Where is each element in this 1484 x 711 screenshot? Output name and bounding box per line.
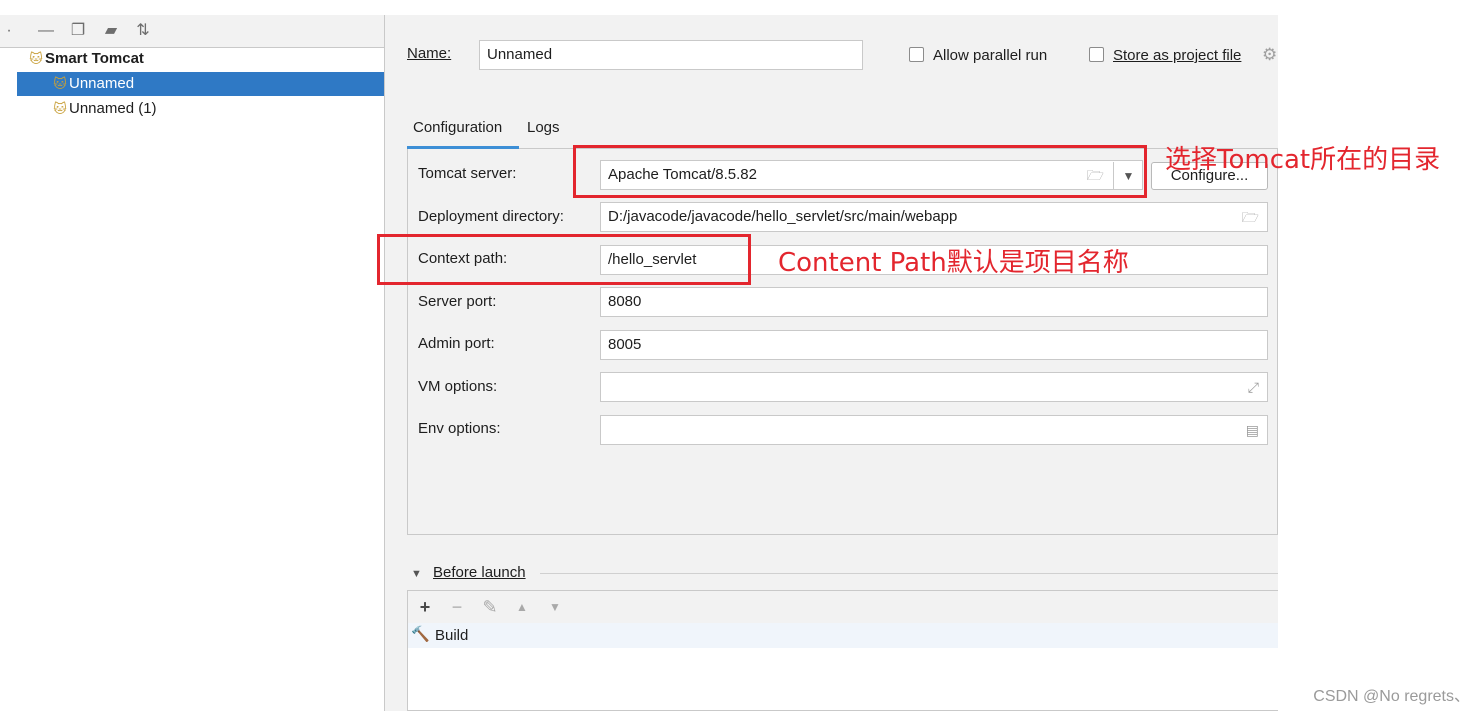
tree-item-label: Unnamed <box>69 75 135 92</box>
add-icon[interactable]: · <box>0 22 18 40</box>
expand-icon[interactable]: ⤢ <box>1248 379 1259 395</box>
before-launch-toolbar <box>408 591 1278 623</box>
hammer-icon: 🔨 <box>411 626 430 643</box>
store-project-checkbox[interactable] <box>1089 47 1104 62</box>
server-port-input[interactable]: 8080 <box>600 287 1268 317</box>
env-options-label: Env options: <box>418 420 501 437</box>
build-task-label: Build <box>435 627 469 644</box>
tab-logs[interactable]: Logs <box>527 119 560 136</box>
tree-toolbar <box>0 15 384 48</box>
list-item[interactable]: 🔨 Build <box>408 623 1278 648</box>
name-input[interactable]: Unnamed <box>479 40 863 70</box>
tomcat-icon: 🐱 <box>53 101 67 116</box>
sort-icon[interactable]: ⇅ <box>134 22 152 40</box>
admin-port-label: Admin port: <box>418 335 495 352</box>
tab-configuration[interactable]: Configuration <box>413 119 502 136</box>
tree-item-label: Unnamed (1) <box>69 100 157 117</box>
allow-parallel-label: Allow parallel run <box>933 47 1048 64</box>
gear-icon[interactable]: ⚙ <box>1262 45 1277 65</box>
annotation-box-context <box>377 234 751 285</box>
deployment-directory-value: D:/javacode/javacode/hello_servlet/src/m… <box>608 208 958 225</box>
annotation-box-tomcat <box>573 145 1147 198</box>
tomcat-icon: 🐱 <box>53 76 67 91</box>
folder-icon[interactable]: 🗁 <box>1242 209 1259 225</box>
store-project-label: Store as project file <box>1113 47 1242 64</box>
tree-item-unnamed[interactable]: 🐱 Unnamed <box>17 72 384 96</box>
move-down-icon[interactable]: ▼ <box>545 597 565 617</box>
env-options-input[interactable]: ▤ <box>600 415 1268 445</box>
remove-icon[interactable]: − <box>447 597 467 617</box>
new-folder-icon[interactable]: ▰ <box>102 22 120 40</box>
add-icon[interactable]: + <box>415 597 435 617</box>
server-port-label: Server port: <box>418 293 497 310</box>
edit-icon[interactable]: ✎ <box>480 597 500 617</box>
copy-icon[interactable]: ❐ <box>69 22 87 40</box>
watermark: CSDN @No regrets、 <box>1313 688 1470 705</box>
document-icon[interactable]: ▤ <box>1246 422 1259 438</box>
remove-icon[interactable]: — <box>37 22 55 40</box>
allow-parallel-checkbox[interactable] <box>909 47 924 62</box>
tree-group-smart-tomcat[interactable]: 🐱 Smart Tomcat <box>17 47 384 71</box>
tomcat-icon: 🐱 <box>29 51 43 66</box>
tomcat-server-label: Tomcat server: <box>418 165 517 182</box>
annotation-context-note: Content Path默认是项目名称 <box>778 248 1129 278</box>
tree-group-label: Smart Tomcat <box>45 50 144 67</box>
before-launch-divider <box>540 573 1278 574</box>
before-launch-title[interactable]: Before launch <box>433 564 526 581</box>
name-label: Name: <box>407 45 452 62</box>
collapse-triangle-icon[interactable]: ▼ <box>411 568 422 580</box>
deployment-directory-label: Deployment directory: <box>418 208 564 225</box>
vm-options-input[interactable]: ⤢ <box>600 372 1268 402</box>
admin-port-input[interactable]: 8005 <box>600 330 1268 360</box>
tree-item-unnamed-1[interactable]: 🐱 Unnamed (1) <box>17 97 384 121</box>
vm-options-label: VM options: <box>418 378 498 395</box>
annotation-tomcat-note: 选择Tomcat所在的目录 <box>1165 145 1441 175</box>
move-up-icon[interactable]: ▲ <box>512 597 532 617</box>
deployment-directory-input[interactable]: D:/javacode/javacode/hello_servlet/src/m… <box>600 202 1268 232</box>
